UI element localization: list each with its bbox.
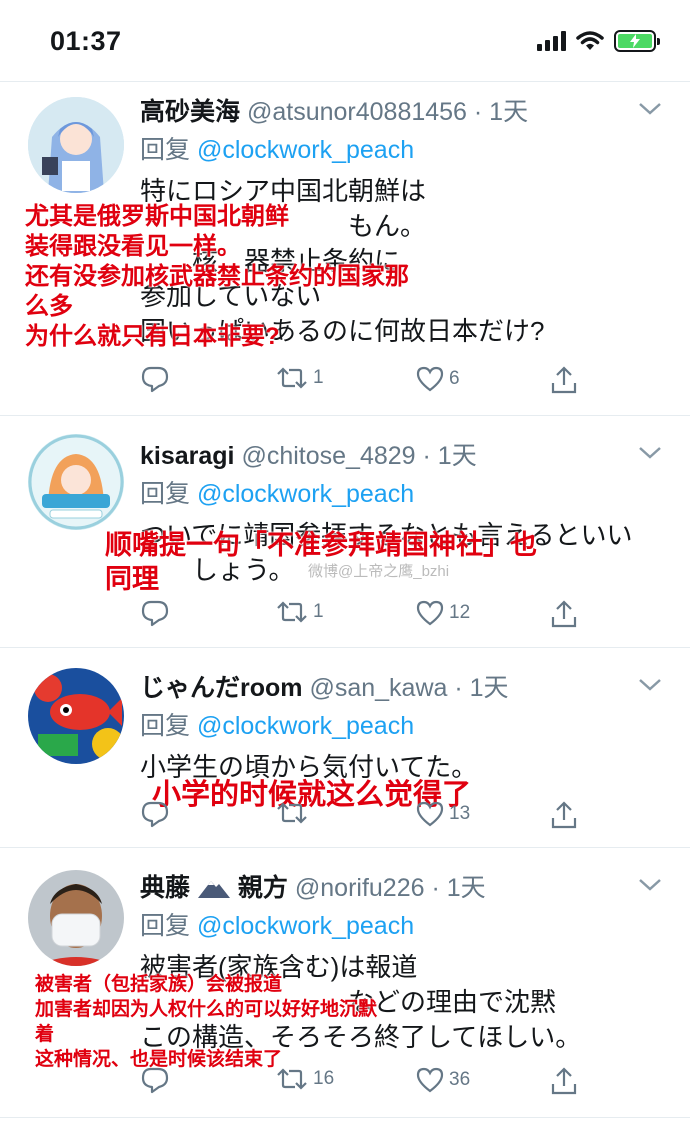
- avatar[interactable]: [28, 668, 124, 764]
- reply-prefix: 回复: [140, 912, 197, 940]
- translation-overlay: 尤其是俄罗斯中国北朝鲜 装得跟没看见一样。 还有没参加核武器禁止条约的国家那 么…: [25, 203, 409, 350]
- display-name[interactable]: じゃんだroom: [140, 674, 303, 702]
- handle-time: @san_kawa · 1天: [309, 674, 509, 702]
- battery-icon: [614, 30, 660, 52]
- retweet-icon: [277, 802, 307, 824]
- retweet-icon: [277, 601, 307, 623]
- retweet-count: 1: [313, 367, 324, 388]
- like-button[interactable]: 6: [415, 365, 460, 393]
- reply-mention-link[interactable]: @clockwork_peach: [197, 136, 414, 164]
- retweet-icon: [277, 1068, 307, 1090]
- display-name[interactable]: 典藤: [140, 874, 190, 902]
- tweet-actions: 13: [140, 800, 600, 834]
- reply-prefix: 回复: [140, 712, 197, 740]
- heart-icon: [416, 1067, 444, 1093]
- display-name[interactable]: 高砂美海: [140, 98, 240, 126]
- mountain-icon: [197, 881, 230, 898]
- tweet-1[interactable]: 高砂美海 @atsunor40881456 · 1天 回复 @clockwork…: [0, 82, 690, 416]
- reply-icon: [141, 1067, 169, 1094]
- translation-overlay: 被害者（包括家族）会被报道 加害者却因为人权什么的可以好好地沉默 着 这种情况、…: [35, 974, 378, 1070]
- share-button[interactable]: [550, 365, 578, 395]
- retweet-count: 1: [313, 601, 324, 622]
- tweet-header: 典藤 親方 @norifu226 · 1天: [140, 868, 486, 904]
- retweet-button[interactable]: 1: [275, 599, 324, 625]
- like-count: 6: [449, 368, 460, 389]
- retweet-icon: [277, 367, 307, 389]
- share-button[interactable]: [550, 1066, 578, 1096]
- wifi-icon: [576, 31, 604, 50]
- heart-icon: [416, 600, 444, 626]
- retweet-count: 16: [313, 1068, 335, 1089]
- reply-button[interactable]: [140, 1066, 170, 1094]
- reply-mention-link[interactable]: @clockwork_peach: [197, 712, 414, 740]
- share-icon: [551, 1067, 577, 1095]
- tweet-header: kisaragi @chitose_4829 · 1天: [140, 436, 477, 472]
- reply-to-line: 回复 @clockwork_peach: [140, 706, 414, 742]
- reply-button[interactable]: [140, 365, 170, 393]
- chevron-down-icon[interactable]: [638, 446, 662, 460]
- reply-mention-link[interactable]: @clockwork_peach: [197, 912, 414, 940]
- reply-prefix: 回复: [140, 136, 197, 164]
- reply-icon: [141, 600, 169, 627]
- chevron-down-icon[interactable]: [638, 878, 662, 892]
- avatar[interactable]: [28, 434, 124, 530]
- like-count: 13: [449, 803, 471, 824]
- tweet-actions: 16 36: [140, 1066, 600, 1100]
- display-name[interactable]: kisaragi: [140, 442, 235, 470]
- tweet-3[interactable]: じゃんだroom @san_kawa · 1天 回复 @clockwork_pe…: [0, 648, 690, 848]
- reply-mention-link[interactable]: @clockwork_peach: [197, 480, 414, 508]
- like-button[interactable]: 13: [415, 800, 470, 828]
- reply-icon: [141, 366, 169, 393]
- chevron-down-icon[interactable]: [638, 678, 662, 692]
- share-button[interactable]: [550, 800, 578, 830]
- like-button[interactable]: 36: [415, 1066, 470, 1094]
- tweet-actions: 1 6: [140, 365, 600, 399]
- retweet-button[interactable]: 16: [275, 1066, 334, 1092]
- handle-time: @chitose_4829 · 1天: [241, 442, 477, 470]
- chevron-down-icon[interactable]: [638, 102, 662, 116]
- reply-prefix: 回复: [140, 480, 197, 508]
- retweet-button[interactable]: [275, 800, 313, 826]
- reply-button[interactable]: [140, 599, 170, 627]
- reply-button[interactable]: [140, 800, 170, 828]
- heart-icon: [416, 801, 444, 827]
- avatar[interactable]: [28, 870, 124, 966]
- like-button[interactable]: 12: [415, 599, 470, 627]
- tweet-actions: 1 12: [140, 599, 600, 633]
- status-icons: [537, 30, 660, 52]
- share-icon: [551, 600, 577, 628]
- watermark: 微博@上帝之鹰_bzhi: [308, 563, 450, 580]
- heart-icon: [416, 366, 444, 392]
- share-icon: [551, 366, 577, 394]
- cellular-signal-icon: [537, 31, 566, 51]
- status-bar: 01:37: [0, 0, 690, 82]
- tweet-header: 高砂美海 @atsunor40881456 · 1天: [140, 92, 528, 128]
- handle-time: @atsunor40881456 · 1天: [246, 98, 529, 126]
- display-name-suffix: 親方: [237, 874, 288, 902]
- reply-to-line: 回复 @clockwork_peach: [140, 906, 414, 942]
- like-count: 36: [449, 1069, 471, 1090]
- tweet-2[interactable]: kisaragi @chitose_4829 · 1天 回复 @clockwor…: [0, 416, 690, 648]
- like-count: 12: [449, 602, 471, 623]
- tweet-header: じゃんだroom @san_kawa · 1天: [140, 668, 509, 704]
- retweet-button[interactable]: 1: [275, 365, 324, 391]
- reply-to-line: 回复 @clockwork_peach: [140, 474, 414, 510]
- handle-time: @norifu226 · 1天: [294, 874, 486, 902]
- avatar[interactable]: [28, 97, 124, 193]
- reply-icon: [141, 801, 169, 828]
- share-icon: [551, 801, 577, 829]
- status-time: 01:37: [50, 26, 122, 56]
- reply-to-line: 回复 @clockwork_peach: [140, 130, 414, 166]
- share-button[interactable]: [550, 599, 578, 629]
- tweet-4[interactable]: 典藤 親方 @norifu226 · 1天 回复 @clockwork_peac…: [0, 848, 690, 1118]
